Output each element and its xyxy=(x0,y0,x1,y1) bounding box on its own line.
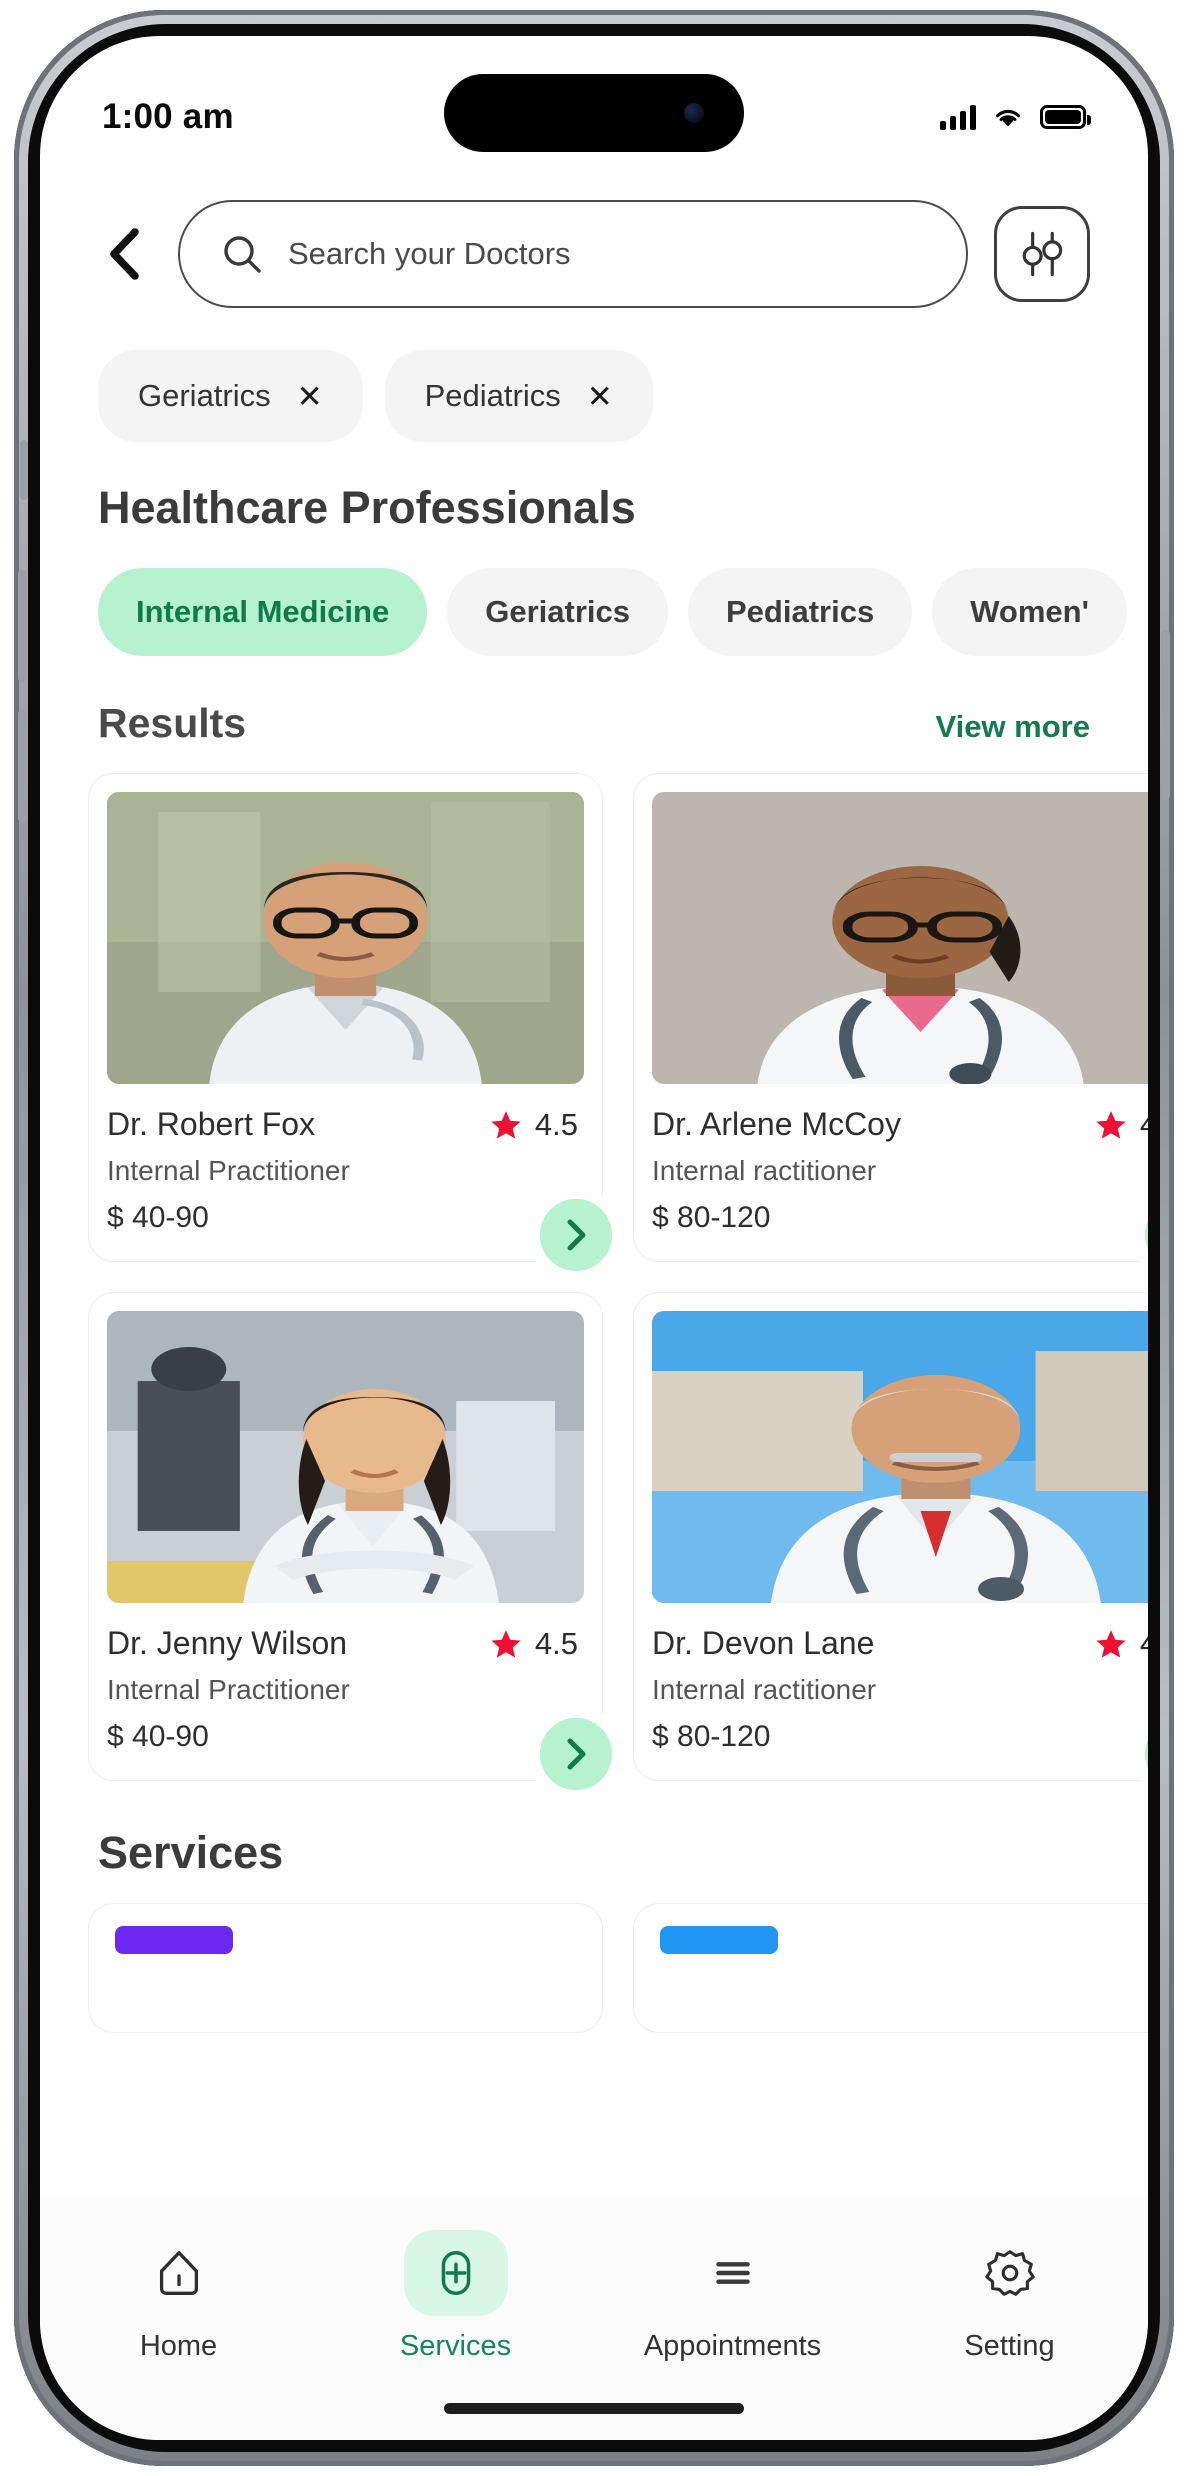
close-icon[interactable]: ✕ xyxy=(297,381,323,412)
service-card[interactable] xyxy=(633,1903,1148,2033)
doctor-rating: 4.5 xyxy=(489,1107,578,1143)
tab-geriatrics[interactable]: Geriatrics xyxy=(447,568,668,656)
doctor-price: $ 80-120 xyxy=(652,1720,771,1753)
chip-label: Pediatrics xyxy=(424,378,561,413)
volume-up-button[interactable] xyxy=(18,570,27,682)
search-input[interactable]: Search your Doctors xyxy=(178,200,968,308)
rating-value: 4.5 xyxy=(1140,1107,1148,1143)
star-icon xyxy=(491,1629,521,1658)
chevron-right-icon xyxy=(567,1219,586,1251)
rating-value: 4.5 xyxy=(534,1625,578,1661)
page-title: Healthcare Professionals xyxy=(98,482,636,533)
services-grid xyxy=(40,1879,1148,2033)
doctor-card[interactable]: Dr. Devon Lane 4.5 Internal ractitioner … xyxy=(633,1292,1148,1802)
rating-value: 4.5 xyxy=(534,1106,578,1142)
doctor-name: Dr. Jenny Wilson xyxy=(107,1625,348,1661)
results-title: Results xyxy=(98,700,247,746)
wifi-icon xyxy=(992,105,1024,129)
doctor-rating: 4.5 xyxy=(1094,1626,1148,1662)
tab-womens[interactable]: Women' xyxy=(932,568,1127,656)
doctor-details-button[interactable] xyxy=(528,1187,624,1283)
doctor-price: $ 80-120 xyxy=(652,1201,771,1234)
doctor-details-button[interactable] xyxy=(528,1706,624,1802)
doctor-rating: 4.5 xyxy=(1094,1107,1148,1143)
doctor-name: Dr. Arlene McCoy xyxy=(652,1106,901,1142)
doctor-photo xyxy=(107,1311,584,1603)
nav-label: Services xyxy=(399,2330,512,2362)
phone-screen: 1:00 am Search your Doctors Geriatrics ✕… xyxy=(40,36,1148,2440)
doctor-name: Dr. Robert Fox xyxy=(107,1106,316,1142)
filter-chip-pediatrics[interactable]: Pediatrics ✕ xyxy=(384,350,653,442)
nav-label: Home xyxy=(139,2330,218,2362)
rating-value: 4.5 xyxy=(1140,1626,1148,1662)
front-camera-icon xyxy=(684,103,704,123)
nav-item-home[interactable]: Home xyxy=(79,2230,279,2363)
status-clock: 1:00 am xyxy=(102,97,234,136)
menu-lines-icon xyxy=(715,2262,750,2284)
doctor-name: Dr. Devon Lane xyxy=(652,1625,875,1661)
category-tabs[interactable]: Internal Medicine Geriatrics Pediatrics … xyxy=(40,534,1148,656)
doctor-price: $ 40-90 xyxy=(107,1720,209,1753)
filter-sliders-icon xyxy=(1022,231,1063,277)
battery-icon xyxy=(1040,105,1091,129)
doctor-role: Internal Practitioner xyxy=(107,1155,350,1186)
search-icon xyxy=(224,236,261,273)
service-card[interactable] xyxy=(88,1903,603,2033)
status-icons xyxy=(940,104,1091,130)
doctor-card-grid: Dr. Robert Fox 4.5 Internal Practitioner… xyxy=(40,747,1148,1802)
plus-capsule-icon xyxy=(441,2250,470,2296)
nav-label: Setting xyxy=(964,2330,1055,2362)
nav-label: Appointments xyxy=(643,2330,822,2362)
service-accent-bar xyxy=(660,1926,778,1954)
phone-mockup-screenshot: 1:00 am Search your Doctors Geriatrics ✕… xyxy=(0,0,1187,2476)
home-indicator[interactable] xyxy=(444,2403,744,2414)
doctor-name-row: Dr. Arlene McCoy 4.5 xyxy=(652,1106,1148,1143)
doctor-role: Internal Practitioner xyxy=(107,1674,350,1705)
status-bar: 1:00 am xyxy=(40,36,1148,156)
search-header: Search your Doctors xyxy=(40,156,1148,308)
view-more-link[interactable]: View more xyxy=(935,709,1090,745)
tab-pediatrics[interactable]: Pediatrics xyxy=(688,568,913,656)
star-icon xyxy=(1096,1629,1126,1658)
doctor-photo xyxy=(107,792,584,1084)
filter-button[interactable] xyxy=(994,206,1090,302)
tab-internal-medicine[interactable]: Internal Medicine xyxy=(98,568,428,656)
home-icon xyxy=(159,2251,198,2295)
doctor-name-row: Dr. Jenny Wilson 4.5 xyxy=(107,1625,584,1662)
silent-switch[interactable] xyxy=(20,440,28,500)
signal-bars-icon xyxy=(940,104,976,130)
close-icon[interactable]: ✕ xyxy=(587,381,613,412)
doctor-rating: 4.5 xyxy=(489,1626,578,1662)
volume-down-button[interactable] xyxy=(18,710,27,822)
nav-item-services[interactable]: Services xyxy=(356,2230,556,2363)
search-placeholder: Search your Doctors xyxy=(288,236,571,271)
nav-item-setting[interactable]: Setting xyxy=(910,2230,1110,2363)
doctor-role: Internal ractitioner xyxy=(652,1674,877,1705)
doctor-role: Internal ractitioner xyxy=(652,1155,877,1186)
doctor-name-row: Dr. Robert Fox 4.5 xyxy=(107,1106,584,1143)
filter-chip-geriatrics[interactable]: Geriatrics ✕ xyxy=(98,350,363,442)
back-button[interactable] xyxy=(98,224,152,284)
doctor-card[interactable]: Dr. Jenny Wilson 4.5 Internal Practition… xyxy=(88,1292,624,1802)
chevron-left-icon xyxy=(110,228,139,280)
doctor-price: $ 40-90 xyxy=(107,1201,209,1234)
chip-label: Geriatrics xyxy=(138,378,271,413)
doctor-card[interactable]: Dr. Arlene McCoy 4.5 Internal ractitione… xyxy=(633,773,1148,1283)
active-filter-chips: Geriatrics ✕ Pediatrics ✕ xyxy=(40,308,1148,442)
star-icon xyxy=(1096,1110,1126,1139)
results-header: Results View more xyxy=(40,656,1148,747)
gear-icon xyxy=(984,2250,1035,2296)
star-icon xyxy=(491,1110,521,1139)
chevron-right-icon xyxy=(567,1738,586,1770)
doctor-photo xyxy=(652,792,1148,1084)
doctor-name-row: Dr. Devon Lane 4.5 xyxy=(652,1625,1148,1662)
service-accent-bar xyxy=(115,1926,233,1954)
power-button[interactable] xyxy=(1161,630,1170,800)
dynamic-island xyxy=(444,74,744,152)
nav-item-appointments[interactable]: Appointments xyxy=(633,2230,833,2363)
doctor-card[interactable]: Dr. Robert Fox 4.5 Internal Practitioner… xyxy=(88,773,624,1283)
doctor-photo xyxy=(652,1311,1148,1603)
